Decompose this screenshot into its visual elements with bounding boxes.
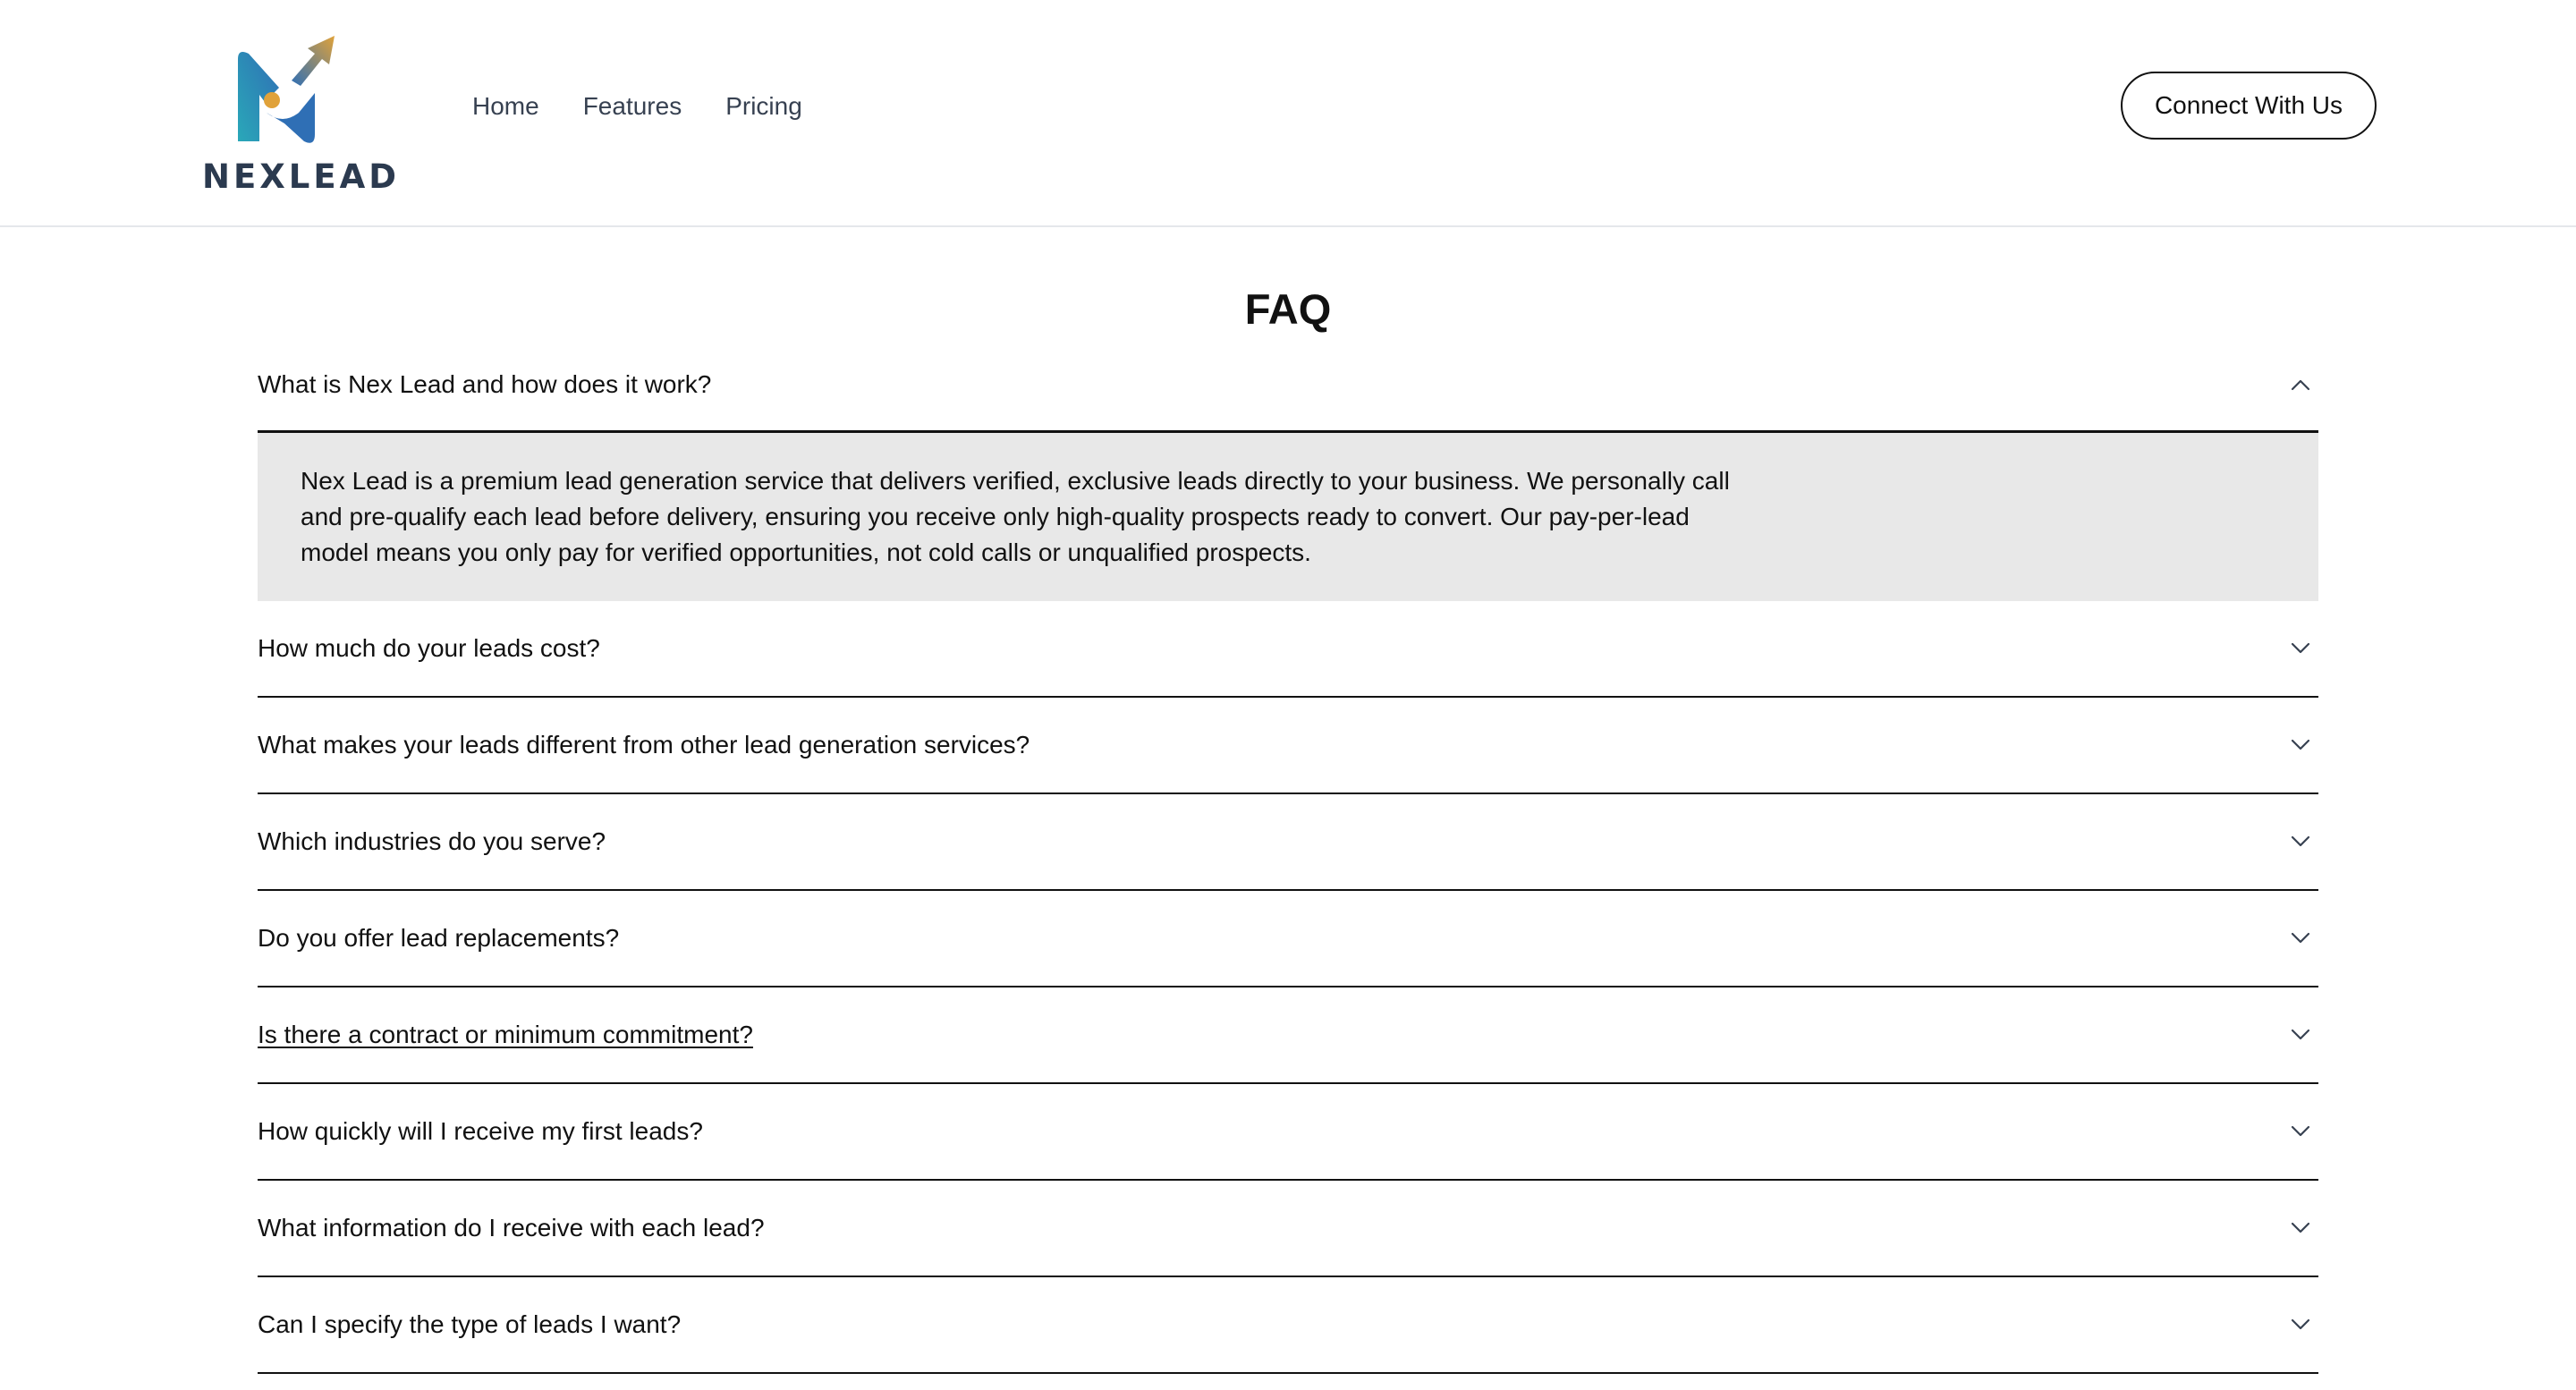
faq-question-text: How quickly will I receive my first lead… [258, 1117, 703, 1145]
faq-question-toggle[interactable]: How much do your leads cost? [258, 601, 2318, 696]
faq-question-text: What is Nex Lead and how does it work? [258, 369, 712, 398]
faq-answer-text: Nex Lead is a premium lead generation se… [301, 467, 1730, 566]
chevron-down-icon[interactable] [2288, 1312, 2313, 1337]
chevron-down-icon[interactable] [2288, 926, 2313, 951]
faq-question-text: Which industries do you serve? [258, 827, 606, 855]
faq-question-text: Can I specify the type of leads I want? [258, 1310, 682, 1338]
faq-question-text: Do you offer lead replacements? [258, 924, 620, 952]
logo-wordmark: NEXLEAD [202, 157, 400, 196]
faq-item: Do you offer lead replacements? [258, 891, 2318, 987]
faq-item: Which industries do you serve? [258, 794, 2318, 891]
chevron-down-icon[interactable] [2288, 733, 2313, 758]
faq-question-toggle[interactable]: How quickly will I receive my first lead… [258, 1084, 2318, 1179]
faq-question-text: What makes your leads different from oth… [258, 731, 1030, 759]
nav-pricing-link[interactable]: Pricing [725, 92, 802, 121]
faq-question-toggle[interactable]: Do you offer lead replacements? [258, 891, 2318, 986]
faq-question-toggle[interactable]: What information do I receive with each … [258, 1181, 2318, 1276]
nexlead-logo-mark-icon [238, 36, 335, 143]
chevron-down-icon[interactable] [2288, 1119, 2313, 1144]
main-nav: Home Features Pricing [472, 84, 802, 129]
faq-question-text: What information do I receive with each … [258, 1214, 765, 1242]
faq-question-text: Is there a contract or minimum commitmen… [258, 1021, 753, 1048]
chevron-down-icon[interactable] [2288, 829, 2313, 854]
faq-question-toggle[interactable]: Which industries do you serve? [258, 794, 2318, 889]
nav-features-link[interactable]: Features [583, 92, 682, 121]
faq-title: FAQ [1244, 285, 1332, 333]
faq-question-toggle[interactable]: Is there a contract or minimum commitmen… [258, 987, 2318, 1082]
faq-item: How quickly will I receive my first lead… [258, 1084, 2318, 1181]
faq-question-toggle[interactable]: What is Nex Lead and how does it work? [258, 338, 2318, 433]
site-header: NEXLEAD Home Features Pricing Connect Wi… [0, 0, 2576, 227]
faq-item: What makes your leads different from oth… [258, 698, 2318, 794]
faq-item: What is Nex Lead and how does it work? N… [258, 338, 2318, 601]
faq-item: How much do your leads cost? [258, 601, 2318, 698]
faq-answer: Nex Lead is a premium lead generation se… [258, 433, 2318, 601]
nav-home-link[interactable]: Home [472, 92, 539, 121]
faq-question-toggle[interactable]: Can I specify the type of leads I want? [258, 1277, 2318, 1372]
logo[interactable]: NEXLEAD [202, 27, 400, 197]
faq-item: Can I specify the type of leads I want? [258, 1277, 2318, 1374]
faq-item: What information do I receive with each … [258, 1181, 2318, 1277]
connect-with-us-button[interactable]: Connect With Us [2121, 72, 2377, 140]
chevron-up-icon[interactable] [2288, 372, 2313, 397]
faq-question-text: How much do your leads cost? [258, 634, 600, 662]
chevron-down-icon[interactable] [2288, 1022, 2313, 1047]
chevron-down-icon[interactable] [2288, 636, 2313, 661]
faq-question-toggle[interactable]: What makes your leads different from oth… [258, 698, 2318, 792]
faq-item: Is there a contract or minimum commitmen… [258, 987, 2318, 1084]
faq-list: What is Nex Lead and how does it work? N… [258, 338, 2318, 1374]
chevron-down-icon[interactable] [2288, 1216, 2313, 1241]
